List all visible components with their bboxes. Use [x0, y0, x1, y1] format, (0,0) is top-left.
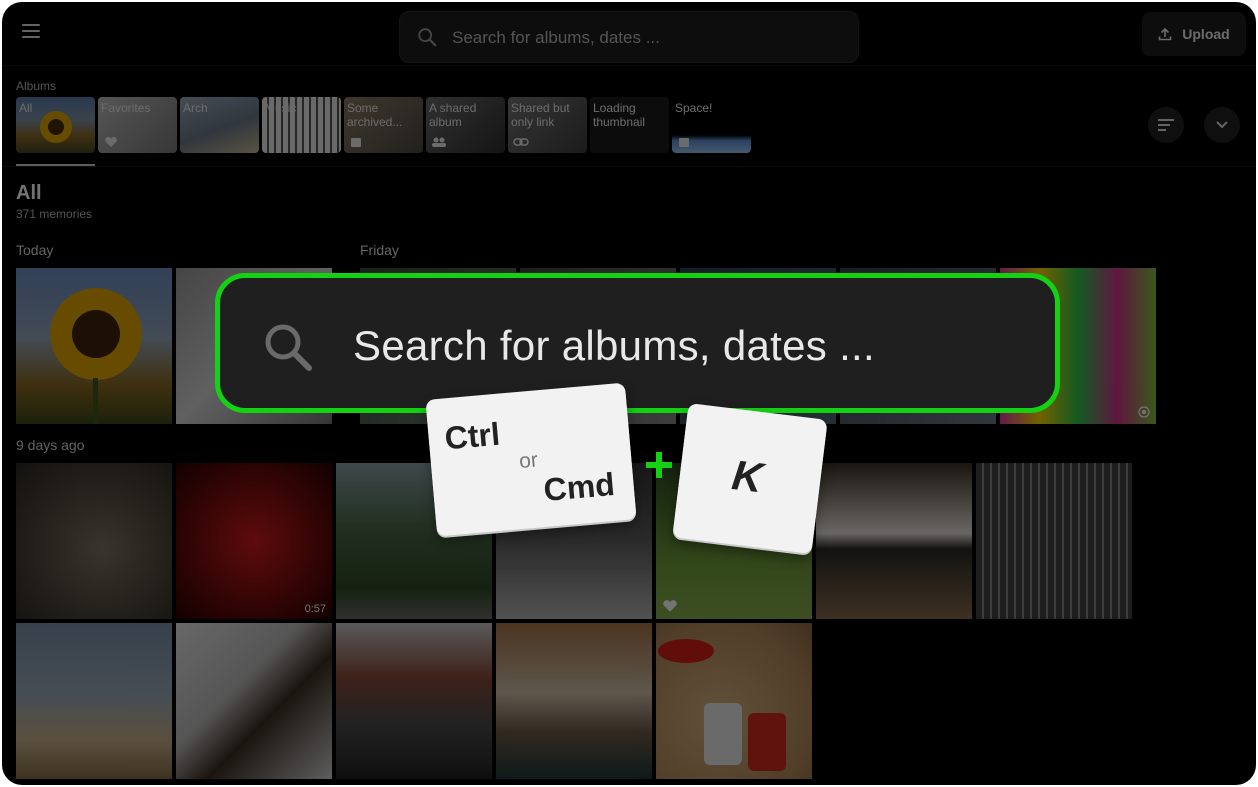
album-label: Loading thumbnail: [593, 101, 646, 129]
photo-thumbnail[interactable]: [16, 623, 172, 779]
search-icon: [265, 324, 312, 371]
ctrl-cmd-keycap: Ctrl or Cmd: [425, 382, 637, 537]
heart-icon: [663, 600, 677, 612]
archive-icon: [679, 138, 689, 147]
page-title: All: [16, 182, 42, 204]
k-keycap: K: [672, 402, 828, 555]
key-cmd-label: Cmd: [542, 465, 617, 508]
album-label: Space!: [675, 101, 713, 115]
album-label: A shared album: [429, 101, 477, 129]
spotlight-search-placeholder: Search for albums, dates ...: [353, 322, 875, 369]
date-group-label: 9 days ago: [16, 437, 85, 453]
photo-thumbnail[interactable]: [976, 463, 1132, 619]
album-tile-archived[interactable]: Some archived...: [344, 97, 423, 153]
menu-icon[interactable]: [22, 24, 40, 38]
app-frame: Search for albums, dates ... Upload Albu…: [2, 2, 1256, 785]
album-tile-favorites[interactable]: Favorites: [98, 97, 177, 153]
chevron-down-icon: [1216, 121, 1228, 129]
archive-icon: [351, 138, 361, 147]
photo-thumbnail[interactable]: [496, 623, 652, 779]
search-placeholder: Search for albums, dates ...: [452, 28, 660, 47]
album-tile-shared[interactable]: A shared album: [426, 97, 505, 153]
date-group-label: Friday: [360, 242, 399, 258]
plus-icon: [646, 452, 672, 478]
spotlight-search-input[interactable]: Search for albums, dates ...: [215, 273, 1060, 413]
albums-section-label: Albums: [16, 79, 57, 93]
album-tile-space[interactable]: Space!: [672, 97, 751, 153]
upload-button[interactable]: Upload: [1142, 12, 1246, 56]
divider: [2, 166, 1256, 167]
photo-thumbnail[interactable]: [656, 623, 812, 779]
upload-label: Upload: [1182, 26, 1230, 42]
album-label: Some archived...: [347, 101, 403, 129]
video-thumbnail[interactable]: 0:57: [176, 463, 332, 619]
key-ctrl-label: Ctrl: [443, 415, 502, 457]
top-bar: Search for albums, dates ... Upload: [2, 2, 1256, 66]
cans-photo: [658, 639, 786, 771]
sunflower-photo: [50, 288, 142, 424]
album-label: Shared but only link: [511, 101, 570, 129]
heart-icon: [105, 136, 117, 147]
album-label: Favorites: [101, 101, 151, 115]
search-icon: [418, 28, 437, 47]
search-input[interactable]: Search for albums, dates ...: [399, 11, 859, 63]
sort-button[interactable]: [1148, 107, 1184, 143]
date-group-label: Today: [16, 242, 54, 258]
expand-albums-button[interactable]: [1204, 107, 1240, 143]
album-tile-loading[interactable]: Loading thumbnail: [590, 97, 669, 153]
photo-thumbnail[interactable]: [336, 623, 492, 779]
photo-thumbnail[interactable]: [16, 268, 172, 424]
album-label: Arch: [183, 101, 208, 115]
live-photo-icon: [1138, 406, 1150, 418]
album-tile-link[interactable]: Shared but only link: [508, 97, 587, 153]
album-tile-all[interactable]: All: [16, 97, 95, 153]
key-k-label: K: [729, 450, 766, 502]
album-label: All: [19, 101, 33, 115]
key-or-label: or: [518, 448, 539, 473]
album-tile-arch[interactable]: Arch: [180, 97, 259, 153]
photo-thumbnail[interactable]: [16, 463, 172, 619]
video-duration: 0:57: [304, 603, 326, 615]
memory-count: 371 memories: [16, 207, 93, 221]
upload-icon: [1158, 27, 1172, 41]
photo-thumbnail[interactable]: [176, 623, 332, 779]
album-label: Music: [265, 101, 297, 115]
link-icon: [513, 138, 529, 146]
sort-icon: [1158, 119, 1174, 131]
album-tile-music[interactable]: Music: [262, 97, 341, 153]
photo-thumbnail[interactable]: [816, 463, 972, 619]
people-icon: [432, 137, 446, 147]
